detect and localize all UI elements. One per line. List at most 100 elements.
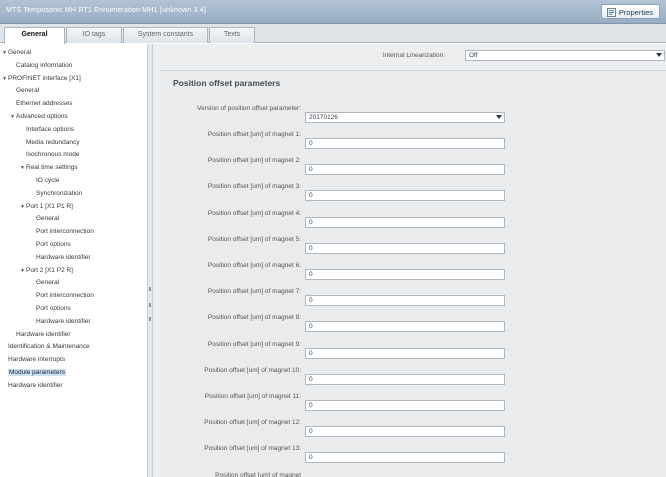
offset-input[interactable]: 0 [305, 138, 505, 149]
nav-item[interactable]: ▼PROFINET interface [X1] [2, 74, 81, 84]
version-value: 20170126 [309, 114, 338, 121]
nav-item-label: Isochronous mode [26, 151, 80, 159]
nav-item-label: Hardware identifier [8, 381, 63, 389]
offset-input[interactable]: 0 [305, 400, 505, 411]
offset-label: Position offset [um] of magnet 12: [204, 419, 301, 427]
nav-item-label: Port interconnection [36, 228, 94, 236]
offset-label: Position offset [um] of magnet 7: [207, 288, 301, 296]
offset-label: Position offset [um] of magnet [215, 471, 301, 477]
nav-item-label: IO cycle [36, 177, 60, 184]
offset-label: Position offset [um] of magnet 4: [207, 209, 301, 217]
nav-item[interactable]: Port interconnection [30, 227, 94, 237]
offset-label: Position offset [um] of magnet 9: [207, 340, 301, 348]
tab-general[interactable]: General [4, 27, 65, 44]
offset-label: Position offset [um] of magnet 2: [207, 157, 301, 165]
offset-input[interactable]: 0 [305, 452, 505, 464]
nav-item[interactable]: General [30, 214, 59, 224]
nav-item-label: Identification & Maintenance [8, 343, 90, 351]
nav-item[interactable]: Synchronization [30, 189, 82, 199]
nav-item[interactable]: Hardware identifier [30, 253, 91, 263]
properties-icon [606, 8, 616, 17]
offset-label: Position offset [um] of magnet 3: [207, 183, 301, 191]
tab-texts[interactable]: Texts [209, 27, 255, 43]
nav-item[interactable]: General [10, 86, 39, 96]
nav-item[interactable]: Module parameters [2, 368, 66, 378]
nav-item[interactable]: Port options [30, 240, 71, 250]
offset-value: 0 [309, 297, 313, 305]
properties-button[interactable]: Properties [600, 4, 660, 19]
nav-item[interactable]: Hardware interrupts [2, 355, 65, 365]
tab-system-constants-label: System constants [137, 31, 194, 38]
offset-input[interactable]: 0 [305, 347, 505, 359]
nav-item-label: Catalog information [16, 61, 73, 69]
nav-item-label: Hardware identifier [36, 253, 91, 261]
window-titlebar: MTS Temposonic MH RT1 Ennumeration MH1 [… [0, 0, 666, 24]
offset-value: 0 [309, 271, 313, 278]
splitter-grip[interactable] [149, 287, 151, 291]
nav-item[interactable]: Catalog information [10, 61, 72, 71]
nav-item[interactable]: Hardware identifier [30, 317, 91, 327]
offset-input[interactable]: 0 [305, 373, 505, 385]
nav-item-label: Real time settings [26, 164, 78, 172]
nav-item-label: Interface options [26, 125, 75, 133]
nav-item-label: PROFINET interface [X1] [8, 74, 81, 82]
tab-io-tags[interactable]: IO tags [66, 27, 122, 43]
nav-item-label: Advanced options [16, 113, 68, 120]
offset-input[interactable]: 0 [305, 164, 505, 176]
offset-label: Position offset [um] of magnet 5: [207, 235, 301, 243]
properties-label: Properties [618, 8, 653, 17]
offset-value: 0 [309, 218, 313, 226]
offset-label: Position offset [um] of magnet 8: [207, 314, 301, 322]
internal-linearization-label: Internal Linearization: [382, 52, 445, 59]
nav-item[interactable]: Isochronous mode [20, 150, 79, 160]
nav-item[interactable]: Identification & Maintenance [2, 342, 90, 352]
nav-item[interactable]: ▼Port 1 [X1 P1 R] [20, 202, 73, 212]
nav-item-label: Port 1 [X1 P1 R] [26, 202, 73, 210]
tab-general-label: General [21, 31, 48, 38]
splitter-grip[interactable] [149, 317, 151, 321]
offset-input[interactable]: 0 [305, 426, 505, 438]
version-label: Version of position offset parameter: [160, 104, 301, 113]
offset-input[interactable]: 0 [305, 216, 505, 228]
offset-value: 0 [309, 192, 313, 200]
nav-item[interactable]: Interface options [20, 125, 74, 135]
offset-value: 0 [309, 349, 313, 357]
dropdown-arrow-icon [496, 115, 502, 119]
nav-item-label: General [36, 215, 60, 223]
nav-item[interactable]: ▼General [2, 48, 31, 58]
splitter-grip[interactable] [149, 303, 151, 307]
offset-input[interactable]: 0 [305, 190, 505, 202]
nav-item[interactable]: Hardware identifier [2, 381, 63, 391]
nav-item[interactable]: ▼Advanced options [10, 112, 68, 122]
nav-item-label: General [16, 87, 40, 95]
nav-item[interactable]: IO cycle [30, 176, 59, 186]
nav-item[interactable]: Port interconnection [30, 291, 94, 301]
offset-value: 0 [309, 166, 313, 174]
nav-item-label: Media redundancy [26, 138, 80, 146]
offset-label: Position offset [um] of magnet 13: [204, 445, 301, 453]
version-label-text: Version of position offset parameter: [197, 105, 301, 112]
nav-item[interactable]: Ethernet addresses [10, 99, 72, 109]
internal-linearization-select[interactable]: Off [465, 50, 665, 61]
nav-item-label: Hardware identifier [36, 317, 91, 325]
offset-label: Position offset [um] of magnet 1: [207, 131, 301, 138]
nav-item[interactable]: General [30, 278, 59, 288]
nav-item[interactable]: ▼Real time settings [20, 163, 78, 173]
offset-value: 0 [309, 140, 313, 147]
nav-item[interactable]: Hardware identifier [10, 330, 71, 340]
nav-item[interactable]: Media redundancy [20, 138, 79, 148]
offset-value: 0 [309, 375, 313, 383]
offset-label: Position offset [um] of magnet 6: [207, 262, 301, 269]
tab-io-tags-label: IO tags [82, 31, 106, 38]
tab-system-constants[interactable]: System constants [123, 27, 208, 43]
offset-input[interactable]: 0 [305, 295, 505, 307]
offset-value: 0 [309, 428, 313, 436]
nav-item[interactable]: ▼Port 2 [X1 P2 R] [20, 266, 73, 276]
offset-input[interactable]: 0 [305, 269, 505, 280]
offset-input[interactable]: 0 [305, 242, 505, 254]
offset-input[interactable]: 0 [305, 321, 505, 333]
nav-item-label: Hardware identifier [16, 330, 71, 338]
nav-item[interactable]: Port options [30, 304, 71, 314]
nav-item-label: General [36, 279, 60, 287]
version-select[interactable]: 20170126 [305, 112, 505, 123]
